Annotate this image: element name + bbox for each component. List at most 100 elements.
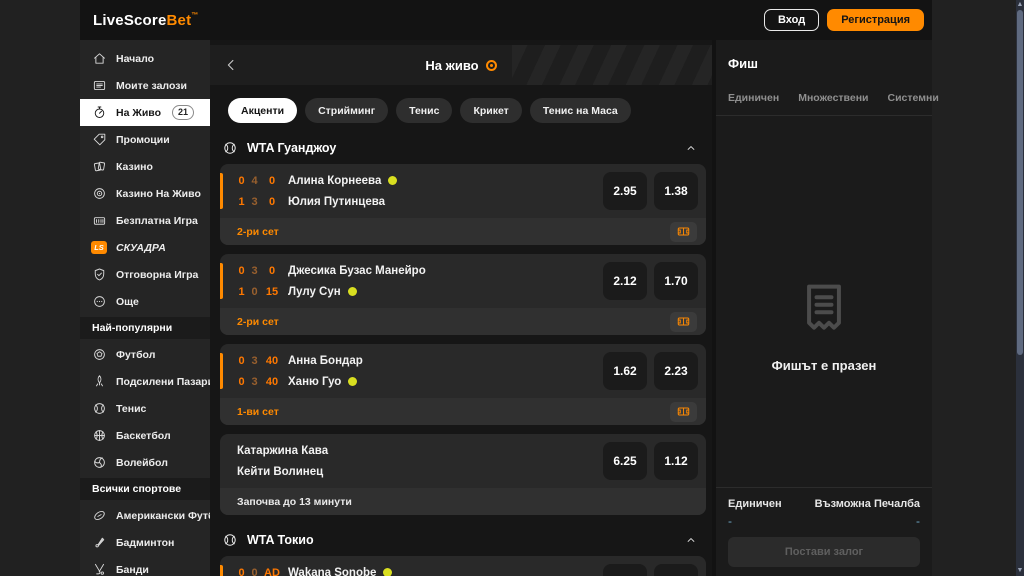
register-button[interactable]: Регистрация — [827, 9, 924, 31]
tab-streaming[interactable]: Стрийминг — [305, 98, 388, 123]
sidebar-item-live[interactable]: На Живо 21 — [80, 99, 210, 126]
odds-button-home[interactable]: 2.95 — [603, 172, 647, 210]
chevron-up-icon — [684, 141, 698, 155]
tennis-icon — [222, 140, 238, 156]
sidebar-item-squadra[interactable]: LS СКУАДРА — [80, 234, 210, 261]
main-content: На живо Акценти Стрийминг Тенис Крикет Т… — [210, 40, 712, 576]
court-tracker-button[interactable] — [670, 222, 697, 242]
place-bet-button[interactable]: Постави залог — [728, 537, 920, 567]
competition-name: WTA Гуанджоу — [247, 141, 336, 155]
sidebar-item-label: Казино — [116, 161, 153, 173]
sidebar-item-boosted-markets[interactable]: Подсилени Пазари — [80, 368, 210, 395]
sidebar-item-badminton[interactable]: Бадминтон — [80, 529, 210, 556]
sidebar: Начало Моите залози На Живо 21 Промоции — [80, 40, 210, 576]
match-card: 030 Джесика Бузас Манейро 1015 Лулу Сун … — [220, 254, 706, 335]
odds-button-away[interactable]: 1.38 — [654, 172, 698, 210]
sidebar-item-free-game[interactable]: Безплатна Игра — [80, 207, 210, 234]
odds-button-away[interactable]: 1.12 — [654, 442, 698, 480]
sidebar-item-label: Волейбол — [116, 457, 168, 469]
sidebar-item-my-bets[interactable]: Моите залози — [80, 72, 210, 99]
player-name: Алина Корнеева — [288, 175, 381, 187]
score-sets: 0 — [237, 355, 246, 367]
sidebar-item-casino[interactable]: Казино — [80, 153, 210, 180]
match-footer: 2-ри сет — [220, 218, 706, 245]
tab-cricket[interactable]: Крикет — [460, 98, 521, 123]
match-footer: Започва до 13 минути — [220, 488, 706, 515]
volleyball-icon — [92, 455, 107, 470]
court-tracker-button[interactable] — [670, 312, 697, 332]
sidebar-item-more[interactable]: Още — [80, 288, 210, 315]
competition-header[interactable]: WTA Токио — [222, 532, 698, 548]
tab-table-tennis[interactable]: Тенис на Маса — [530, 98, 631, 123]
court-tracker-button[interactable] — [670, 402, 697, 422]
competition-header[interactable]: WTA Гуанджоу — [222, 140, 698, 156]
login-button[interactable]: Вход — [764, 9, 819, 31]
court-icon — [676, 404, 691, 419]
topbar: LiveScoreBet™ Вход Регистрация — [80, 0, 932, 40]
odds-button-away[interactable]: 1.70 — [654, 262, 698, 300]
live-dot-icon — [486, 60, 497, 71]
court-icon — [676, 314, 691, 329]
live-indicator-bar — [220, 565, 223, 576]
betslip-tab-system[interactable]: Системни — [888, 92, 939, 104]
sidebar-item-label: Начало — [116, 53, 154, 65]
scrollbar-thumb[interactable] — [1017, 10, 1023, 355]
tab-tennis[interactable]: Тенис — [396, 98, 452, 123]
sidebar-item-label: Бадминтон — [116, 537, 174, 549]
player-name: Лулу Сун — [288, 286, 341, 298]
sidebar-item-live-casino[interactable]: Казино На Живо — [80, 180, 210, 207]
tab-highlights[interactable]: Акценти — [228, 98, 297, 123]
odds-button-home[interactable]: 6.25 — [603, 442, 647, 480]
boosted-icon — [92, 374, 107, 389]
odds-button-home[interactable]: 2.12 — [603, 262, 647, 300]
sidebar-item-responsible-gaming[interactable]: Отговорна Игра — [80, 261, 210, 288]
odds-button-home[interactable]: 1.62 — [603, 352, 647, 390]
match-rows[interactable]: 030 Джесика Бузас Манейро 1015 Лулу Сун … — [220, 254, 706, 308]
american-football-icon — [92, 508, 107, 523]
match-status: 2-ри сет — [237, 226, 279, 238]
scroll-up-arrow[interactable]: ▲ — [1016, 1, 1024, 9]
sidebar-item-label: Казино На Живо — [116, 188, 201, 200]
match-footer: 2-ри сет — [220, 308, 706, 335]
score-sets: 1 — [237, 196, 246, 208]
odds-button-away[interactable]: 2.23 — [654, 352, 698, 390]
sidebar-item-football[interactable]: Футбол — [80, 341, 210, 368]
brand-logo[interactable]: LiveScoreBet™ — [93, 12, 199, 29]
page-scrollbar[interactable]: ▲ ▼ — [1016, 0, 1024, 576]
betslip-tab-single[interactable]: Единичен — [728, 92, 779, 104]
sidebar-item-home[interactable]: Начало — [80, 45, 210, 72]
sidebar-item-basketball[interactable]: Баскетбол — [80, 422, 210, 449]
match-rows[interactable]: 0340 Анна Бондар 0340 Ханю Гуо 1.62 — [220, 344, 706, 398]
logo-trademark: ™ — [191, 12, 198, 19]
collapse-button[interactable] — [684, 533, 698, 547]
betslip-tab-multiple[interactable]: Множествени — [798, 92, 868, 104]
live-header: На живо — [210, 45, 712, 85]
sidebar-item-tennis[interactable]: Тенис — [80, 395, 210, 422]
sidebar-item-label: СКУАДРА — [116, 242, 166, 254]
score-sets: 0 — [237, 265, 246, 277]
scroll-down-arrow[interactable]: ▼ — [1016, 567, 1024, 575]
odds-button-away[interactable]: 1.22 — [654, 564, 698, 576]
match-rows[interactable]: 00AD Wakana Sonobe 0240 Никола Бартунков… — [220, 556, 706, 576]
score-points: 40 — [263, 355, 281, 367]
sidebar-item-label: Безплатна Игра — [116, 215, 198, 227]
player-name: Катаржина Кава — [237, 445, 328, 457]
sidebar-item-label: Промоции — [116, 134, 170, 146]
court-icon — [676, 224, 691, 239]
match-rows[interactable]: 040 Алина Корнеева 130 Юлия Путинцева 2.… — [220, 164, 706, 218]
sidebar-item-bandy[interactable]: Банди — [80, 556, 210, 576]
player-row: 130 Юлия Путинцева — [237, 194, 603, 209]
player-row: 0340 Ханю Гуо — [237, 374, 603, 389]
score-games: 4 — [250, 175, 259, 187]
sidebar-item-label: Футбол — [116, 349, 155, 361]
sidebar-item-american-football[interactable]: Американски Футбол — [80, 502, 210, 529]
sidebar-item-promotions[interactable]: Промоции — [80, 126, 210, 153]
betslip-header: Фиш Единичен Множествени Системни — [716, 40, 932, 116]
collapse-button[interactable] — [684, 141, 698, 155]
odds-button-home[interactable]: 4.10 — [603, 564, 647, 576]
back-button[interactable] — [222, 56, 240, 74]
betslip-panel: Фиш Единичен Множествени Системни Фишът … — [716, 40, 932, 576]
page: LiveScoreBet™ Вход Регистрация Начало Мо… — [0, 0, 1024, 576]
match-rows[interactable]: Катаржина Кава Кейти Волинец 6.25 1.12 — [220, 434, 706, 488]
sidebar-item-volleyball[interactable]: Волейбол — [80, 449, 210, 476]
